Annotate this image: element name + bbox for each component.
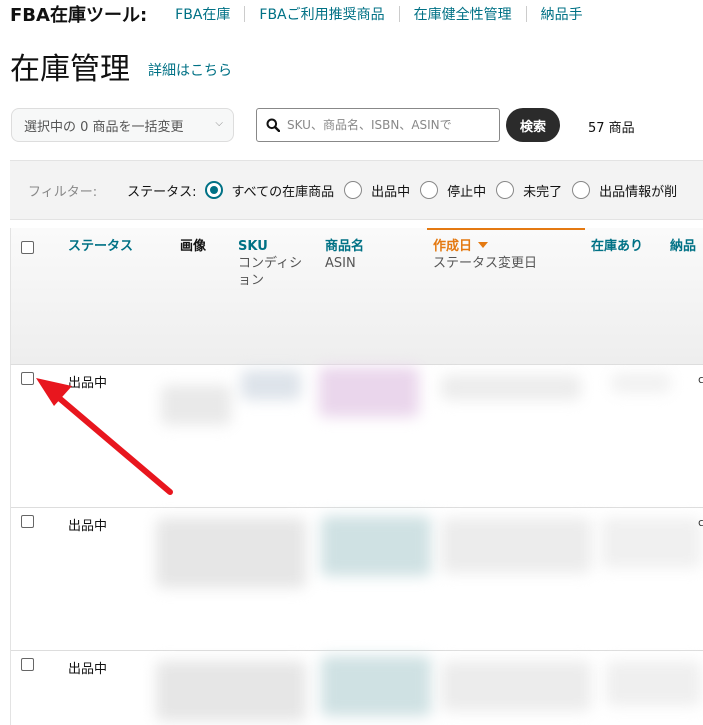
- top-nav: FBA在庫ツール: FBA在庫 FBAご利用推奨商品 在庫健全性管理 納品手: [10, 0, 597, 28]
- row-checkbox[interactable]: [21, 515, 34, 528]
- blurred-sku: [241, 370, 301, 400]
- blurred-date: [441, 375, 581, 400]
- table-row[interactable]: 出品中 c: [11, 365, 703, 508]
- brand-title: FBA在庫ツール:: [10, 5, 148, 26]
- row-checkbox[interactable]: [21, 658, 34, 671]
- radio-label: 出品中: [371, 184, 411, 200]
- filter-bar: フィルター: ステータス: すべての在庫商品 出品中 停止中 未完了 出品情報が…: [10, 160, 703, 220]
- row-status: 出品中: [68, 519, 108, 534]
- radio-active[interactable]: 出品中: [344, 181, 410, 200]
- radio-label: 未完了: [523, 184, 563, 200]
- select-all-checkbox[interactable]: [21, 241, 34, 254]
- row-status: 出品中: [68, 662, 108, 677]
- blurred-stock: [601, 518, 701, 568]
- sort-desc-icon: [478, 242, 489, 248]
- blurred-image: [156, 518, 306, 588]
- blurred-product-name: [321, 516, 431, 576]
- radio-incomplete[interactable]: 未完了: [496, 181, 562, 200]
- radio-icon[interactable]: [344, 181, 363, 199]
- radio-label: すべての在庫商品: [231, 184, 335, 200]
- status-filter-label: ステータス:: [127, 184, 197, 200]
- blurred-image: [156, 661, 306, 721]
- nav-link-recommended[interactable]: FBAご利用推奨商品: [245, 4, 398, 24]
- radio-icon[interactable]: [496, 181, 515, 199]
- row-status: 出品中: [68, 376, 108, 391]
- blurred-stock: [611, 373, 671, 393]
- column-header-created-date[interactable]: 作成日 ステータス変更日: [433, 238, 537, 272]
- table-header: ステータス 画像 SKU コンディション 商品名 ASIN 作成日 ステータス変…: [10, 228, 703, 365]
- column-header-status[interactable]: ステータス: [68, 238, 133, 255]
- column-header-product-name[interactable]: 商品名 ASIN: [325, 238, 364, 272]
- radio-inactive[interactable]: 停止中: [420, 181, 486, 200]
- radio-icon[interactable]: [572, 181, 591, 199]
- column-header-in-stock[interactable]: 在庫あり: [591, 238, 643, 255]
- row-checkbox[interactable]: [21, 372, 34, 385]
- detail-link[interactable]: 詳細はこちら: [148, 60, 232, 80]
- filter-label: フィルター:: [28, 184, 98, 200]
- radio-label: 出品情報が削: [599, 184, 678, 200]
- page-title: 在庫管理: [10, 52, 130, 87]
- row-more-icon: c: [697, 373, 703, 386]
- blurred-product-name: [319, 367, 419, 417]
- column-header-sku[interactable]: SKU コンディション: [238, 238, 314, 289]
- nav-link-shipments[interactable]: 納品手: [527, 4, 597, 24]
- nav-link-inventory-health[interactable]: 在庫健全性管理: [400, 4, 526, 24]
- search-icon: [266, 118, 280, 132]
- radio-icon[interactable]: [420, 181, 439, 199]
- bulk-action-dropdown[interactable]: 選択中の 0 商品を一括変更 ⌵: [11, 108, 234, 142]
- chevron-down-icon: ⌵: [215, 118, 223, 129]
- bulk-action-label: 選択中の 0 商品を一括変更: [24, 119, 184, 135]
- nav-link-fba-inventory[interactable]: FBA在庫: [161, 4, 244, 24]
- table-row[interactable]: 出品中: [11, 651, 703, 725]
- radio-label: 停止中: [447, 184, 487, 200]
- blurred-image: [161, 385, 231, 425]
- column-header-inbound[interactable]: 納品: [670, 238, 696, 255]
- radio-selected-icon[interactable]: [204, 181, 223, 199]
- blurred-date: [441, 661, 591, 711]
- search-button[interactable]: 検索: [506, 108, 560, 142]
- blurred-date: [441, 518, 591, 573]
- radio-all-inventory[interactable]: すべての在庫商品: [204, 181, 335, 200]
- product-count: 57 商品: [588, 121, 635, 136]
- table-row[interactable]: 出品中 c: [11, 508, 703, 651]
- search-field[interactable]: [256, 108, 500, 142]
- row-more-icon: c: [697, 516, 703, 529]
- column-header-image: 画像: [180, 239, 207, 254]
- blurred-stock: [606, 661, 701, 706]
- search-input[interactable]: [287, 118, 487, 132]
- radio-listing-removed[interactable]: 出品情報が削: [572, 181, 677, 200]
- blurred-product-name: [321, 656, 431, 716]
- table-body: 出品中 c 出品中 c 出品中: [10, 365, 703, 725]
